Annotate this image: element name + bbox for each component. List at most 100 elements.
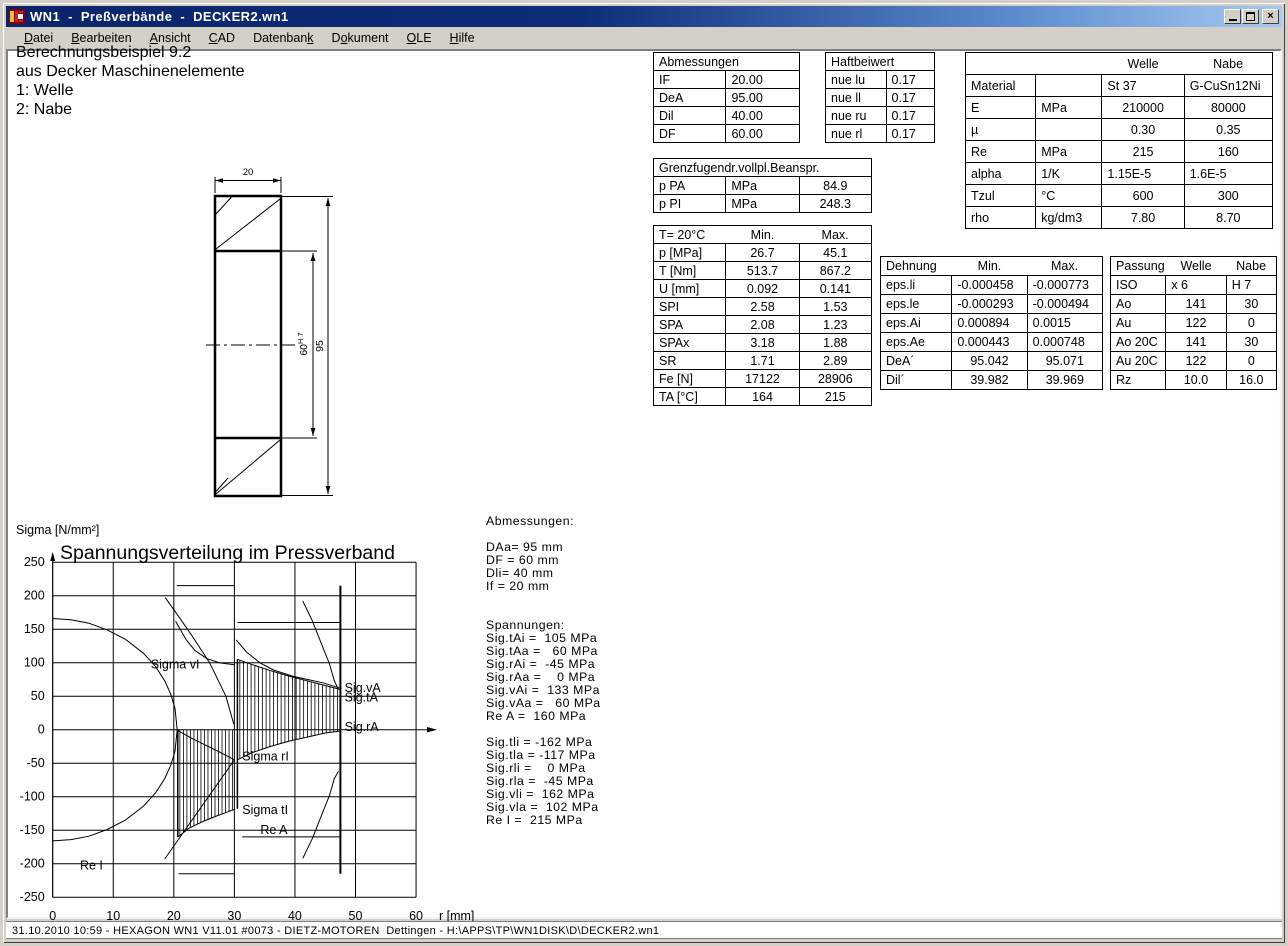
table-cell: Material	[966, 75, 1036, 97]
table-cell: 80000	[1184, 97, 1272, 119]
series-limit_line_inner_bottom	[165, 760, 235, 859]
svg-text:250: 250	[24, 555, 45, 569]
table-cell: Dil´	[881, 371, 952, 390]
table-cell: -0.000773	[1027, 276, 1102, 295]
table-cell: 0	[1226, 352, 1276, 371]
table-cell: 0.000894	[952, 314, 1027, 333]
x-axis-arrow	[427, 727, 437, 732]
menu-item-dokument[interactable]: Dokument	[323, 28, 398, 48]
table-t20: T= 20°CMin.Max.p [MPa]26.745.1T [Nm]513.…	[653, 225, 872, 406]
svg-text:-250: -250	[20, 890, 45, 904]
stress-chart: -250-200-150-100-50050100150200250010203…	[3, 508, 478, 938]
table-cell: -0.000458	[952, 276, 1027, 295]
table-cell: 2.08	[726, 316, 799, 334]
app-window: WN1 - Preßverbände - DECKER2.wn1 × Datei…	[0, 0, 1288, 946]
table-header-cell: Nabe	[1184, 53, 1272, 75]
table-cell: 45.1	[799, 244, 871, 262]
title-bar[interactable]: WN1 - Preßverbände - DECKER2.wn1 ×	[6, 6, 1282, 27]
table-abmessungen: AbmessungenIF20.00DeA95.00Dil40.00DF60.0…	[653, 52, 800, 143]
table-cell: 95.071	[1027, 352, 1102, 371]
table-title: Abmessungen	[654, 53, 800, 71]
table-header-cell: Welle	[1166, 257, 1226, 276]
table-header-cell: Passung	[1111, 257, 1166, 276]
table-cell: 95.042	[952, 352, 1027, 371]
table-dehnung: DehnungMin.Max.eps.li-0.000458-0.000773e…	[880, 256, 1103, 390]
heading: Berechnungsbeispiel 9.2aus Decker Maschi…	[16, 43, 245, 119]
table-cell: °C	[1036, 185, 1102, 207]
series-limit_arc_left_top	[53, 619, 178, 730]
table-cell: 0.000443	[952, 333, 1027, 352]
maximize-button[interactable]	[1242, 9, 1259, 24]
table-cell: Rz	[1111, 371, 1166, 390]
table-cell: 0.0015	[1027, 314, 1102, 333]
table-cell: 0.17	[886, 125, 934, 143]
table-cell: SPA	[654, 316, 726, 334]
table-cell: 20.00	[726, 71, 800, 89]
table-cell: 0.35	[1184, 119, 1272, 141]
dim-label-bore: 60H 7	[296, 332, 310, 355]
table-cell: Ao	[1111, 295, 1166, 314]
table-cell: 2.89	[799, 352, 871, 370]
table-cell: T [Nm]	[654, 262, 726, 280]
window-title: WN1 - Preßverbände - DECKER2.wn1	[30, 9, 1223, 24]
table-cell: -0.000494	[1027, 295, 1102, 314]
table-cell: 1.23	[799, 316, 871, 334]
dim-arrow	[215, 178, 223, 183]
table-header-cell: Min.	[726, 226, 799, 244]
table-cell: eps.Ae	[881, 333, 952, 352]
table-cell: p PI	[654, 195, 726, 213]
table-haftbeiwert: Haftbeiwertnue lu0.17nue ll0.17nue ru0.1…	[825, 52, 935, 143]
close-button[interactable]: ×	[1262, 9, 1279, 24]
menu-item-hilfe[interactable]: Hilfe	[441, 28, 484, 48]
svg-text:Re A: Re A	[260, 823, 288, 837]
table-header-cell: T= 20°C	[654, 226, 726, 244]
app-icon	[9, 9, 26, 24]
table-cell: 141	[1166, 295, 1226, 314]
dim-label-outer: 95	[314, 340, 326, 352]
table-cell: nue rl	[826, 125, 887, 143]
menu-item-datenbank[interactable]: Datenbank	[244, 28, 322, 48]
table-cell: Dil	[654, 107, 726, 125]
table-cell: Tzul	[966, 185, 1036, 207]
svg-text:100: 100	[24, 656, 45, 670]
table-cell: SPAx	[654, 334, 726, 352]
table-cell	[1036, 75, 1102, 97]
table-cell: 0.17	[886, 107, 934, 125]
chart-title: Spannungsverteilung im Pressverband	[60, 542, 395, 564]
table-cell: 1.53	[799, 298, 871, 316]
table-cell: 1.6E-5	[1184, 163, 1272, 185]
table-header-cell: Max.	[1027, 257, 1102, 276]
table-cell: 210000	[1102, 97, 1184, 119]
table-cell: IF	[654, 71, 726, 89]
table-cell: MPa	[726, 177, 799, 195]
table-cell: Au	[1111, 314, 1166, 333]
table-cell: 1.15E-5	[1102, 163, 1184, 185]
table-cell: E	[966, 97, 1036, 119]
table-cell: nue ll	[826, 89, 887, 107]
table-cell: 10.0	[1166, 371, 1226, 390]
svg-text:Sigma rI: Sigma rI	[242, 750, 289, 764]
series-limit_arc_right_bottom	[303, 771, 339, 858]
svg-text:Sig.rA: Sig.rA	[345, 720, 380, 734]
svg-text:200: 200	[24, 589, 45, 603]
table-cell: eps.Ai	[881, 314, 952, 333]
table-cell: U [mm]	[654, 280, 726, 298]
table-cell: 215	[1102, 141, 1184, 163]
table-header-cell: Nabe	[1226, 257, 1276, 276]
minimize-button[interactable]	[1224, 9, 1241, 24]
table-cell: 8.70	[1184, 207, 1272, 229]
svg-text:-50: -50	[27, 756, 45, 770]
table-cell: µ	[966, 119, 1036, 141]
table-passung: PassungWelleNabeISOx 6H 7Ao14130Au1220Ao…	[1110, 256, 1277, 390]
table-cell: 867.2	[799, 262, 871, 280]
table-cell: MPa	[1036, 97, 1102, 119]
svg-text:Sigma tI: Sigma tI	[242, 803, 288, 817]
menu-item-ole[interactable]: OLE	[398, 28, 441, 48]
table-cell: MPa	[726, 195, 799, 213]
y-axis-arrow	[50, 552, 55, 561]
table-cell: 7.80	[1102, 207, 1184, 229]
table-cell: eps.li	[881, 276, 952, 295]
svg-text:-200: -200	[20, 857, 45, 871]
table-cell: ISO	[1111, 276, 1166, 295]
table-cell: 248.3	[799, 195, 871, 213]
